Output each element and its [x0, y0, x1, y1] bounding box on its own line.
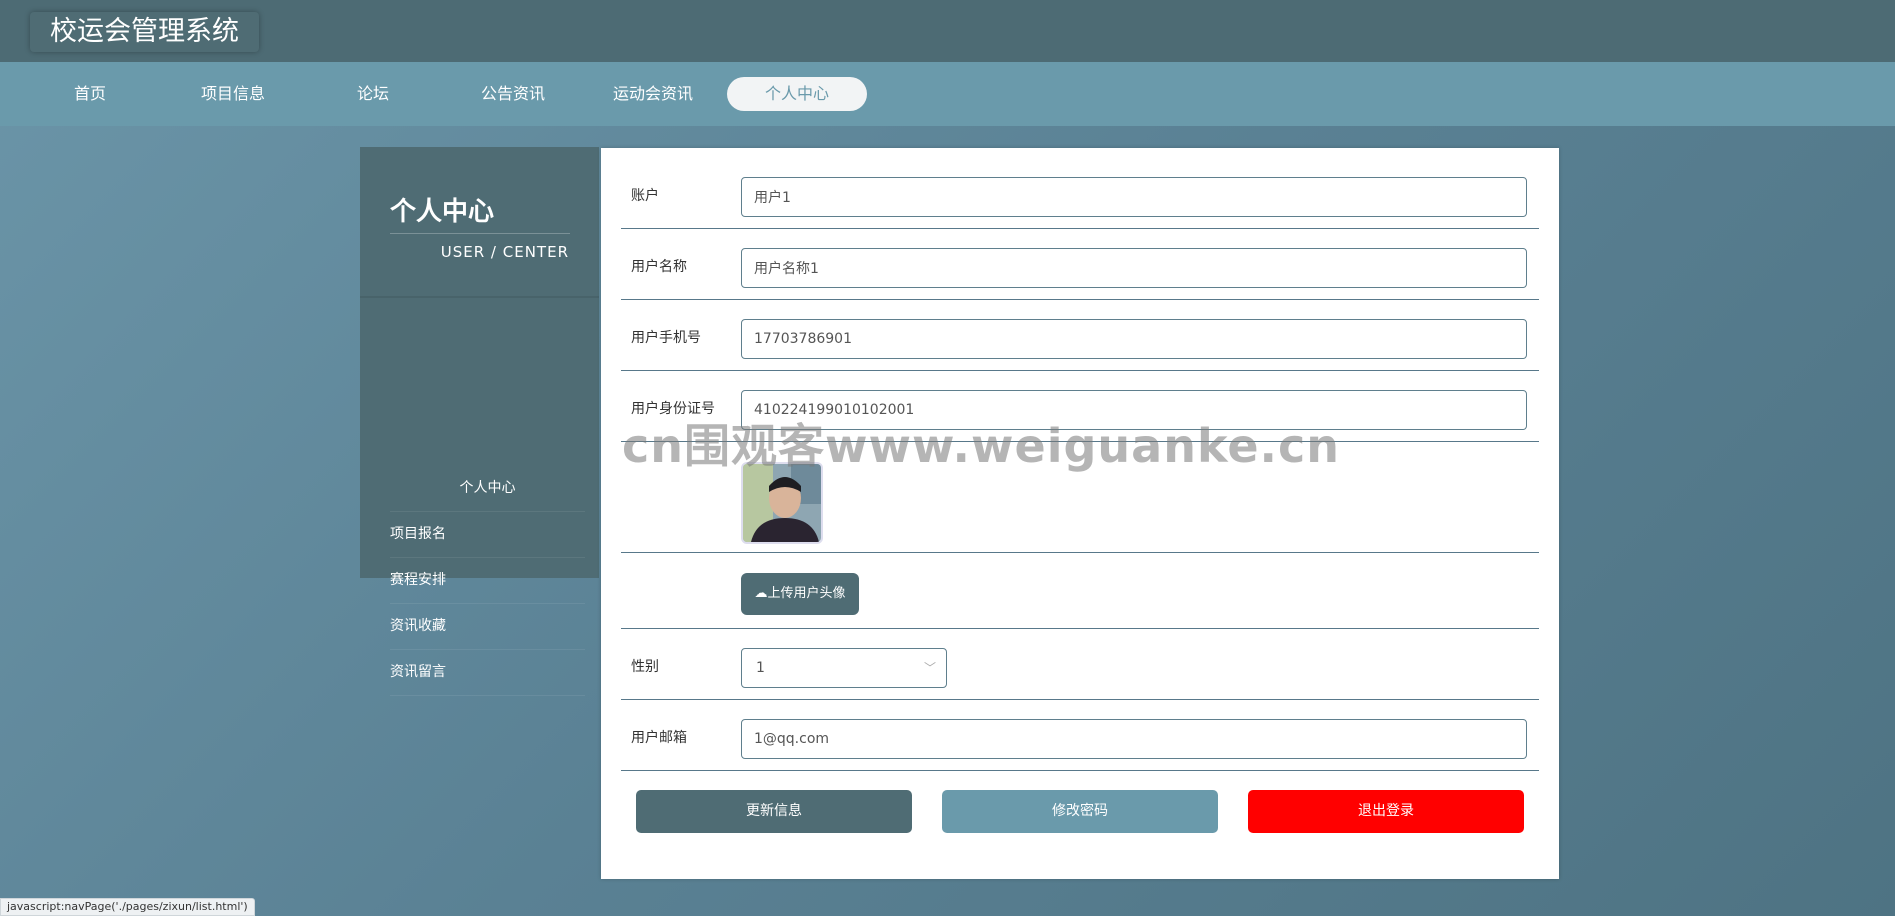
sidebar-item-favorites[interactable]: 资讯收藏	[390, 603, 585, 650]
gender-select[interactable]: 1 ﹀	[741, 648, 947, 688]
change-password-button[interactable]: 修改密码	[942, 790, 1218, 833]
sidebar-item-comments[interactable]: 资讯留言	[390, 649, 585, 696]
sidebar: 个人中心 USER / CENTER 个人中心 项目报名 赛程安排 资讯收藏 资…	[360, 147, 599, 696]
nav-announcements[interactable]: 公告资讯	[443, 77, 583, 111]
form-row-phone: 用户手机号	[621, 300, 1539, 371]
main-nav: 首页 项目信息 论坛 公告资讯 运动会资讯 个人中心	[0, 62, 1895, 126]
watermark: cn围观客www.weiguanke.cn	[622, 419, 1341, 473]
nav-home[interactable]: 首页	[20, 77, 160, 111]
form-row-email: 用户邮箱	[621, 700, 1539, 771]
sidebar-item-schedule[interactable]: 赛程安排	[390, 557, 585, 604]
profile-form-panel: 账户 用户名称 用户手机号 用户身份证号 ☁上传用户头像	[601, 148, 1559, 879]
nav-forum[interactable]: 论坛	[303, 77, 443, 111]
phone-label: 用户手机号	[631, 330, 701, 346]
sidebar-separator	[360, 296, 599, 298]
phone-field[interactable]	[741, 319, 1527, 359]
sidebar-item-project-signup[interactable]: 项目报名	[390, 511, 585, 558]
gender-label: 性别	[631, 659, 659, 675]
sidebar-subtitle: USER / CENTER	[440, 243, 569, 261]
nav-sports-news[interactable]: 运动会资讯	[583, 77, 723, 111]
form-row-username: 用户名称	[621, 229, 1539, 300]
sidebar-item-user-center[interactable]: 个人中心	[390, 465, 585, 512]
email-field[interactable]	[741, 719, 1527, 759]
email-label: 用户邮箱	[631, 730, 687, 746]
chevron-down-icon: ﹀	[923, 661, 936, 675]
gender-value: 1	[756, 660, 765, 676]
form-row-upload: ☁上传用户头像	[621, 553, 1539, 629]
cloud-upload-icon: ☁	[754, 586, 768, 601]
nav-user-center[interactable]: 个人中心	[727, 77, 867, 111]
update-info-button[interactable]: 更新信息	[636, 790, 912, 833]
sidebar-divider	[390, 233, 570, 234]
status-bar-url: javascript:navPage('./pages/zixun/list.h…	[0, 898, 255, 916]
form-row-account: 账户	[621, 148, 1539, 229]
form-row-gender: 性别 1 ﹀	[621, 629, 1539, 700]
username-label: 用户名称	[631, 259, 687, 275]
sidebar-title: 个人中心	[390, 197, 495, 227]
nav-project-info[interactable]: 项目信息	[163, 77, 303, 111]
app-title: 校运会管理系统	[30, 12, 259, 52]
logout-button[interactable]: 退出登录	[1248, 790, 1524, 833]
upload-avatar-button[interactable]: ☁上传用户头像	[741, 573, 859, 615]
top-header: 校运会管理系统	[0, 0, 1895, 62]
upload-avatar-label: 上传用户头像	[767, 586, 846, 601]
username-field[interactable]	[741, 248, 1527, 288]
account-field[interactable]	[741, 177, 1527, 217]
account-label: 账户	[631, 188, 659, 204]
